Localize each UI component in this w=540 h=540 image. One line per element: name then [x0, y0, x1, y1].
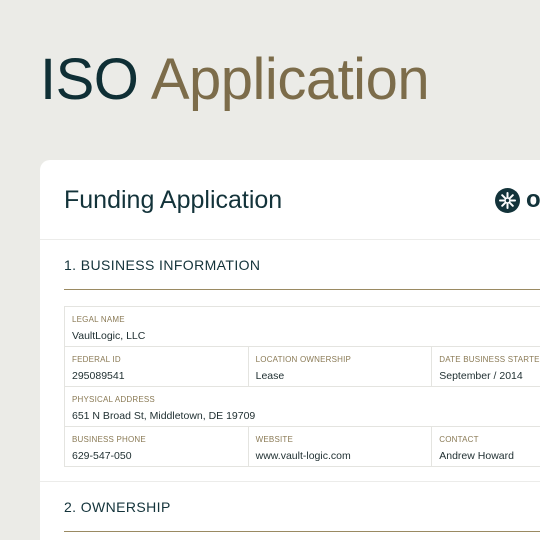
table-row: PHYSICAL ADDRESS 651 N Broad St, Middlet…	[65, 387, 540, 427]
field-label: BUSINESS PHONE	[72, 435, 146, 444]
brand-logo: o	[495, 187, 540, 213]
field-label: PHYSICAL ADDRESS	[72, 395, 155, 404]
table-row: LEGAL NAME VaultLogic, LLC	[65, 307, 540, 347]
card-title: Funding Application	[64, 186, 283, 214]
table-row: BUSINESS PHONE 629-547-050 WEBSITE www.v…	[65, 427, 540, 467]
page-heading: ISO Application	[40, 47, 430, 112]
contact-field: CONTACT Andrew Howard	[432, 427, 540, 466]
business-info-grid: LEGAL NAME VaultLogic, LLC FEDERAL ID 29…	[64, 306, 540, 467]
header-divider	[40, 239, 540, 240]
legal-name-field: LEGAL NAME VaultLogic, LLC	[65, 307, 540, 346]
field-value: 629-547-050	[72, 450, 132, 462]
location-ownership-field: LOCATION OWNERSHIP Lease	[249, 347, 433, 386]
field-label: LOCATION OWNERSHIP	[255, 355, 352, 364]
business-phone-field: BUSINESS PHONE 629-547-050	[65, 427, 249, 466]
physical-address-field: PHYSICAL ADDRESS 651 N Broad St, Middlet…	[65, 387, 540, 426]
field-value: Andrew Howard	[439, 450, 514, 462]
brand-logo-text: o	[526, 186, 540, 213]
federal-id-field: FEDERAL ID 295089541	[65, 347, 249, 386]
heading-word-application: Application	[150, 47, 430, 112]
field-value: Lease	[255, 370, 285, 382]
section-title-ownership: 2. OWNERSHIP	[64, 499, 171, 515]
field-value: September / 2014	[439, 370, 523, 382]
field-value: 295089541	[72, 370, 125, 382]
funding-application-card: Funding Application o 1. BUSINESS INFORM…	[40, 160, 540, 540]
field-label: LEGAL NAME	[72, 315, 125, 324]
section-underline	[64, 531, 540, 532]
field-value: www.vault-logic.com	[255, 450, 351, 462]
field-label: CONTACT	[439, 435, 479, 444]
table-row: FEDERAL ID 295089541 LOCATION OWNERSHIP …	[65, 347, 540, 387]
date-business-started-field: DATE BUSINESS STARTED September / 2014	[432, 347, 540, 386]
field-value: 651 N Broad St, Middletown, DE 19709	[72, 410, 256, 422]
snowflake-badge-icon	[495, 187, 520, 213]
website-field: WEBSITE www.vault-logic.com	[249, 427, 433, 466]
field-label: FEDERAL ID	[72, 355, 121, 364]
section-underline	[64, 289, 540, 290]
heading-word-iso: ISO	[40, 47, 139, 112]
field-label: WEBSITE	[255, 435, 294, 444]
section-divider	[40, 481, 540, 482]
field-value: VaultLogic, LLC	[72, 330, 146, 342]
section-title-business-information: 1. BUSINESS INFORMATION	[64, 257, 261, 273]
field-label: DATE BUSINESS STARTED	[439, 355, 540, 364]
